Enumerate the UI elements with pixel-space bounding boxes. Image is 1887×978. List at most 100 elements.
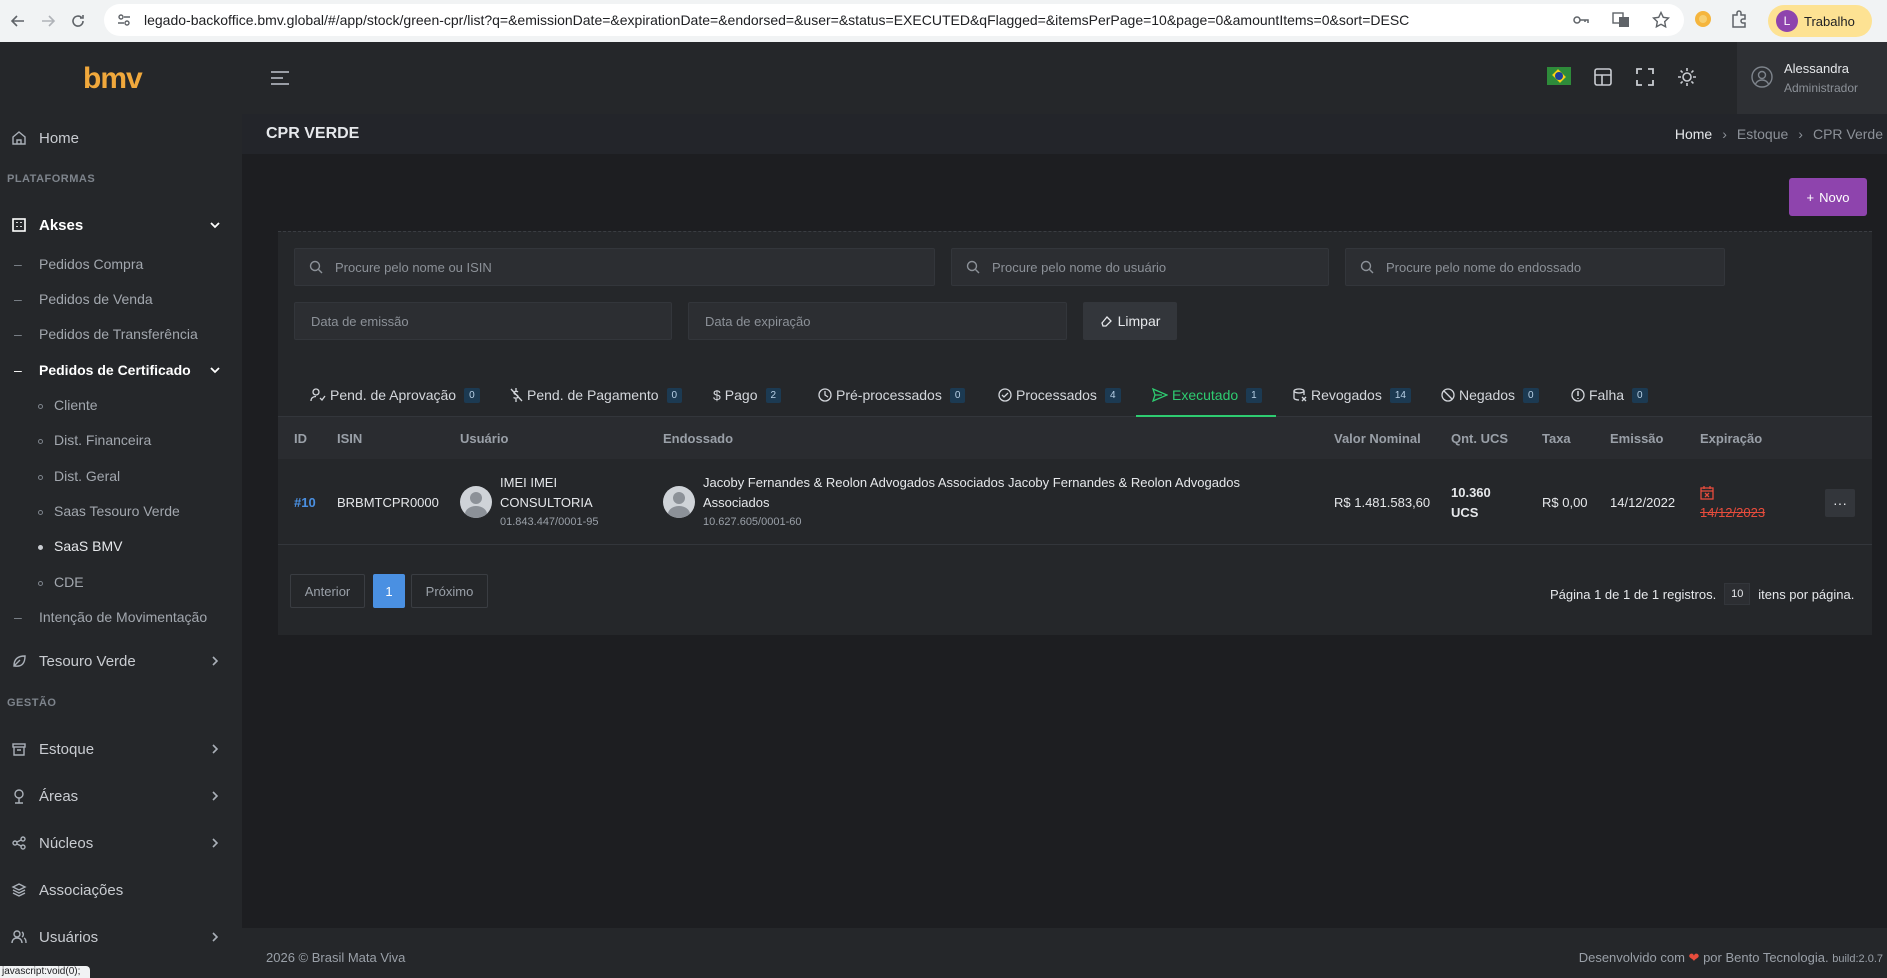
tree-icon xyxy=(11,788,27,804)
browser-status-text: javascript:void(0); xyxy=(0,966,90,978)
tab-revogados[interactable]: Revogados 14 xyxy=(1293,387,1411,403)
key-icon[interactable] xyxy=(1572,11,1590,29)
building-icon xyxy=(11,217,27,233)
sidebar-item-akses[interactable]: Akses xyxy=(0,214,242,236)
column-header[interactable]: Usuário xyxy=(460,431,508,446)
back-icon[interactable] xyxy=(6,9,30,33)
menu-toggle-icon[interactable] xyxy=(270,70,290,86)
search-user-placeholder: Procure pelo nome do usuário xyxy=(992,259,1167,275)
user-check-icon xyxy=(310,388,326,402)
sidebar-item-areas[interactable]: Áreas xyxy=(0,785,242,807)
column-header[interactable]: Expiração xyxy=(1700,431,1762,446)
tab-pend-pagamento[interactable]: Pend. de Pagamento 0 xyxy=(509,387,683,403)
address-bar[interactable]: legado-backoffice.bmv.global/#/app/stock… xyxy=(104,4,1684,36)
profile-avatar: L xyxy=(1776,10,1798,32)
bmv-logo[interactable]: bmv xyxy=(83,62,143,96)
status-tabs: Pend. de Aprovação 0 Pend. de Pagamento 0 … xyxy=(278,375,1872,417)
tab-pre-processados[interactable]: Pré-processados 0 xyxy=(818,387,966,403)
row-endorsed-name-2: Associados xyxy=(703,495,770,510)
clear-filters-label: Limpar xyxy=(1117,313,1161,329)
tab-processados[interactable]: Processados 4 xyxy=(998,387,1121,403)
sidebar-item-pedidos-compra[interactable]: – Pedidos Compra xyxy=(0,256,242,276)
sidebar-item-saas-tesouro-verde[interactable]: Saas Tesouro Verde xyxy=(0,503,242,523)
sidebar-item-intencao-movimentacao[interactable]: – Intenção de Movimentação xyxy=(0,609,242,629)
footer-copyright: 2026 © Brasil Mata Viva xyxy=(266,950,406,965)
sidebar-item-home[interactable]: Home xyxy=(0,127,242,149)
pagination-prev[interactable]: Anterior xyxy=(290,574,365,608)
breadcrumb: Home › Estoque › CPR Verde xyxy=(1674,126,1883,142)
fullscreen-icon[interactable] xyxy=(1635,67,1655,87)
tab-pend-aprovacao[interactable]: Pend. de Aprovação 0 xyxy=(310,387,480,403)
sidebar-item-dist-financeira[interactable]: Dist. Financeira xyxy=(0,432,242,452)
endorsed-avatar xyxy=(663,486,695,518)
column-header[interactable]: Valor Nominal xyxy=(1334,431,1421,446)
sidebar-item-saas-bmv[interactable]: SaaS BMV xyxy=(0,538,242,558)
footer-credit-suffix[interactable]: por Bento Tecnologia. xyxy=(1703,950,1829,965)
sidebar-item-tesouro-verde[interactable]: Tesouro Verde xyxy=(0,650,242,672)
column-header[interactable]: ISIN xyxy=(337,431,362,446)
column-header[interactable]: Endossado xyxy=(663,431,733,446)
check-circle-icon xyxy=(998,388,1012,402)
breadcrumb-estoque[interactable]: Estoque xyxy=(1737,126,1788,142)
new-button[interactable]: + Novo xyxy=(1789,178,1867,216)
forward-icon[interactable] xyxy=(36,9,60,33)
expiration-date-placeholder: Data de expiração xyxy=(705,313,811,329)
sidebar-item-pedidos-transferencia[interactable]: – Pedidos de Transferência xyxy=(0,326,242,346)
tab-negados[interactable]: Negados 0 xyxy=(1441,387,1539,403)
user-avatar xyxy=(460,486,492,518)
star-icon[interactable] xyxy=(1652,11,1670,29)
sidebar-item-nucleos[interactable]: Núcleos xyxy=(0,832,242,854)
database-x-icon xyxy=(1293,388,1307,402)
tab-executado[interactable]: Executado 1 xyxy=(1152,387,1262,403)
tab-count: 0 xyxy=(949,387,966,403)
sidebar-item-cde[interactable]: CDE xyxy=(0,574,242,594)
row-actions-button[interactable]: ··· xyxy=(1825,489,1855,517)
pagination-next[interactable]: Próximo xyxy=(411,574,488,608)
column-header[interactable]: Taxa xyxy=(1542,431,1571,446)
expiration-date-input[interactable]: Data de expiração xyxy=(688,302,1067,340)
items-per-page-select[interactable]: 10 xyxy=(1724,583,1751,605)
search-isin-input[interactable]: Procure pelo nome ou ISIN xyxy=(294,248,935,286)
translate-icon[interactable] xyxy=(1612,11,1630,29)
row-endorsed-doc: 10.627.605/0001-60 xyxy=(703,516,802,528)
footer-credits: Desenvolvido com ❤ por Bento Tecnologia.… xyxy=(1579,950,1883,966)
brazil-flag-icon[interactable] xyxy=(1547,67,1571,85)
layout-icon[interactable] xyxy=(1593,67,1613,87)
clear-filters-button[interactable]: Limpar xyxy=(1083,302,1177,340)
footer: 2026 © Brasil Mata Viva Desenvolvido com… xyxy=(242,928,1887,978)
theme-sun-icon[interactable] xyxy=(1677,67,1697,87)
tab-label: Falha xyxy=(1589,387,1625,403)
row-user-doc: 01.843.447/0001-95 xyxy=(500,516,599,528)
user-menu[interactable]: Alessandra Administrador xyxy=(1737,42,1887,114)
row-id-link[interactable]: #10 xyxy=(294,495,316,510)
tab-falha[interactable]: Falha 0 xyxy=(1571,387,1648,403)
extension-coin-icon[interactable] xyxy=(1693,9,1713,29)
section-gestao: GESTÃO xyxy=(7,697,57,709)
column-header[interactable]: ID xyxy=(294,431,307,446)
sidebar-item-estoque[interactable]: Estoque xyxy=(0,738,242,760)
search-endorsed-input[interactable]: Procure pelo nome do endossado xyxy=(1345,248,1725,286)
breadcrumb-home[interactable]: Home xyxy=(1675,126,1712,142)
new-button-label: Novo xyxy=(1819,189,1850,205)
column-header[interactable]: Qnt. UCS xyxy=(1451,431,1508,446)
sidebar-item-pedidos-venda[interactable]: – Pedidos de Venda xyxy=(0,291,242,311)
sidebar-label: Pedidos de Certificado xyxy=(39,362,191,378)
calendar-x-icon xyxy=(1700,486,1714,500)
profile-button[interactable]: L Trabalho xyxy=(1768,5,1872,37)
sidebar-item-pedidos-certificado[interactable]: – Pedidos de Certificado xyxy=(0,362,242,382)
pagination-page-1[interactable]: 1 xyxy=(373,574,405,608)
reload-icon[interactable] xyxy=(66,9,90,33)
tab-pago[interactable]: $ Pago 2 xyxy=(713,387,782,403)
pagination-info: Página 1 de 1 de 1 registros. 10 itens p… xyxy=(1550,583,1854,605)
extensions-puzzle-icon[interactable] xyxy=(1729,9,1749,29)
sidebar-item-usuarios[interactable]: Usuários xyxy=(0,926,242,948)
sidebar-label: Pedidos Compra xyxy=(39,256,144,272)
sidebar-item-cliente[interactable]: Cliente xyxy=(0,397,242,417)
emission-date-input[interactable]: Data de emissão xyxy=(294,302,672,340)
row-user-name-2: CONSULTORIA xyxy=(500,495,593,510)
site-info-icon[interactable] xyxy=(116,12,132,28)
sidebar-item-dist-geral[interactable]: Dist. Geral xyxy=(0,468,242,488)
sidebar-item-associacoes[interactable]: Associações xyxy=(0,879,242,901)
search-user-input[interactable]: Procure pelo nome do usuário xyxy=(951,248,1329,286)
column-header[interactable]: Emissão xyxy=(1610,431,1663,446)
